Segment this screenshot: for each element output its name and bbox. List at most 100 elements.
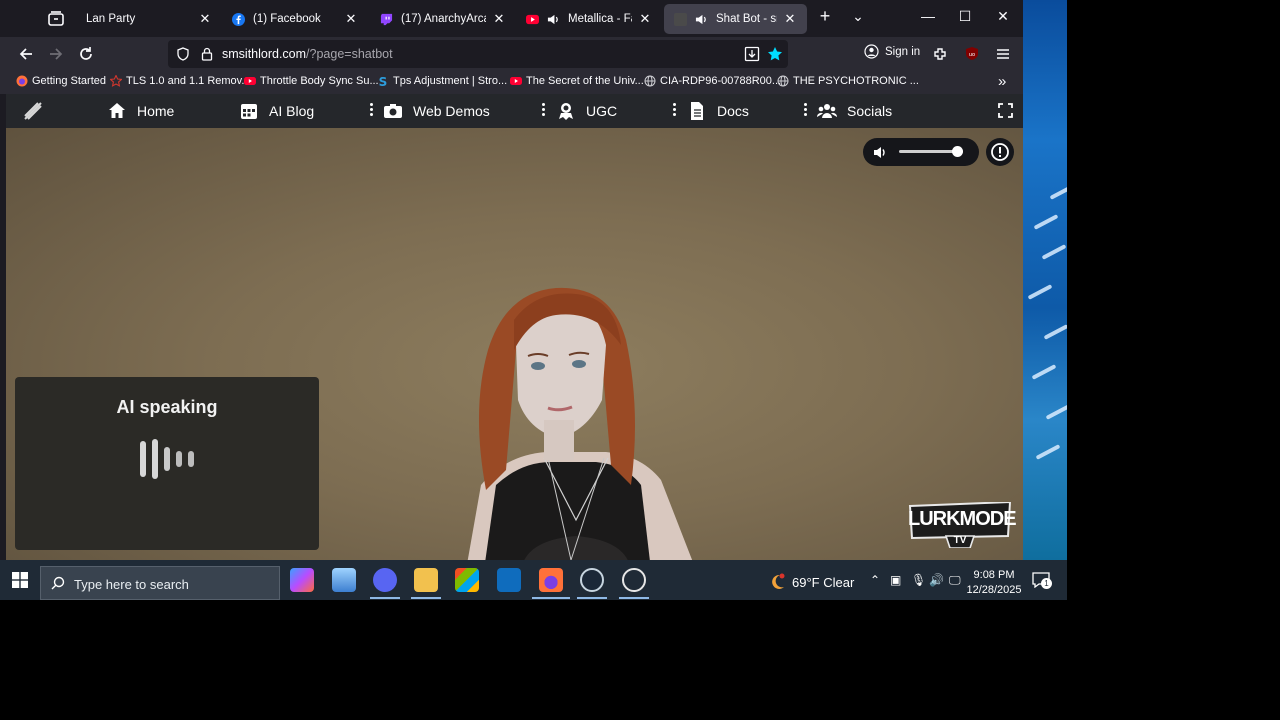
- calendar-icon: [241, 104, 257, 119]
- tab-label: Metallica - Fade to: [568, 13, 632, 25]
- firefox-taskbar-icon[interactable]: [539, 568, 563, 592]
- close-icon[interactable]: ✕: [344, 11, 358, 27]
- screen: Lan Party ✕ (1) Facebook ✕ (17) AnarchyA…: [0, 0, 1280, 720]
- nav-ugc[interactable]: UGC: [556, 101, 617, 121]
- close-window-button[interactable]: ✕: [993, 8, 1013, 25]
- site-logo-icon[interactable]: [22, 100, 44, 122]
- nav-web-demos-label: Web Demos: [413, 103, 490, 119]
- download-page-icon[interactable]: [744, 46, 760, 62]
- file-explorer-icon[interactable]: [414, 568, 438, 592]
- nav-web-demos[interactable]: Web Demos: [383, 101, 490, 121]
- youtube-icon: [510, 77, 522, 85]
- speaker-icon[interactable]: [547, 13, 560, 26]
- nav-home[interactable]: Home: [107, 101, 174, 121]
- users-icon: [817, 104, 837, 118]
- url-text[interactable]: smsithlord.com/?page=shatbot: [222, 47, 393, 61]
- bookmark-star-icon[interactable]: [767, 46, 783, 62]
- bookmarks-overflow-button[interactable]: »: [998, 73, 1006, 90]
- close-icon[interactable]: ✕: [198, 11, 212, 27]
- lurkmode-logo-sub: TV: [953, 535, 967, 546]
- speaker-icon[interactable]: [695, 13, 708, 26]
- maximize-button[interactable]: ☐: [955, 8, 975, 25]
- windows-start-icon[interactable]: [12, 572, 28, 588]
- nav-menu-dots-icon[interactable]: [370, 103, 374, 117]
- nav-menu-dots-icon[interactable]: [673, 103, 677, 117]
- bookmark-label: THE PSYCHOTRONIC ...: [793, 75, 919, 87]
- youtube-icon: [244, 77, 256, 85]
- close-icon[interactable]: ✕: [783, 11, 797, 27]
- microsoft-store-icon[interactable]: [455, 568, 479, 592]
- mail-app-icon[interactable]: [497, 568, 521, 592]
- minimize-button[interactable]: —: [918, 8, 938, 24]
- tray-overflow-chevron-icon[interactable]: ⌃: [870, 573, 880, 587]
- tab-facebook[interactable]: (1) Facebook ✕: [222, 4, 368, 34]
- account-icon: [864, 44, 879, 59]
- svg-text:uo: uo: [969, 52, 975, 58]
- bookmark-cia[interactable]: CIA-RDP96-00788R00...: [644, 75, 781, 87]
- nav-menu-dots-icon[interactable]: [804, 103, 808, 117]
- nav-docs-label: Docs: [717, 103, 749, 119]
- url-bar[interactable]: smsithlord.com/?page=shatbot: [168, 40, 788, 68]
- forward-arrow-icon[interactable]: [46, 44, 66, 64]
- bookmark-throttle[interactable]: Throttle Body Sync Su...: [244, 75, 379, 87]
- bookmark-tls[interactable]: TLS 1.0 and 1.1 Remov...: [110, 75, 251, 87]
- reload-icon[interactable]: [76, 44, 96, 64]
- recorder-app-icon[interactable]: [622, 568, 646, 592]
- close-icon[interactable]: ✕: [492, 11, 506, 27]
- bookmark-label: Getting Started: [32, 75, 106, 87]
- bookmark-label: CIA-RDP96-00788R00...: [660, 75, 782, 87]
- tab-anarchyarcade[interactable]: (17) AnarchyArcade - T ✕: [370, 4, 516, 34]
- close-icon[interactable]: ✕: [638, 11, 652, 27]
- bookmark-psychotronic[interactable]: THE PSYCHOTRONIC ...: [777, 75, 919, 87]
- bookmark-secret[interactable]: The Secret of the Univ...: [510, 75, 644, 87]
- taskbar-search-box[interactable]: Type here to search: [40, 566, 280, 600]
- weather-moon-icon: [772, 573, 785, 589]
- ublock-icon[interactable]: uo: [962, 44, 982, 64]
- nav-docs[interactable]: Docs: [687, 101, 749, 121]
- tab-shat-bot[interactable]: Shat Bot - smsithl ✕: [664, 4, 807, 34]
- volume-icon[interactable]: [873, 145, 888, 160]
- weather-widget[interactable]: 69°F Clear: [768, 573, 854, 591]
- volume-slider-handle[interactable]: [951, 146, 963, 157]
- nav-socials[interactable]: Socials: [817, 101, 892, 121]
- network-icon[interactable]: 🖵: [949, 573, 961, 588]
- nav-socials-label: Socials: [847, 103, 893, 119]
- new-tab-button[interactable]: +: [815, 6, 835, 27]
- back-arrow-icon[interactable]: [16, 44, 36, 64]
- copilot-app-icon[interactable]: [290, 568, 314, 592]
- notification-center-icon[interactable]: 1: [1032, 572, 1052, 589]
- extensions-icon[interactable]: [930, 44, 950, 64]
- tab-label: (17) AnarchyArcade - T: [401, 13, 486, 25]
- tab-list-button[interactable]: ⌄: [848, 8, 868, 25]
- nav-menu-dots-icon[interactable]: [542, 103, 546, 117]
- bookmark-getting-started[interactable]: Getting Started: [16, 75, 106, 87]
- sign-in-button[interactable]: Sign in: [864, 44, 920, 59]
- notification-count-badge: 1: [1041, 578, 1052, 589]
- taskbar-clock[interactable]: 9:08 PM 12/28/2025: [966, 568, 1022, 598]
- tab-lan-party[interactable]: Lan Party ✕: [76, 4, 222, 34]
- menu-icon[interactable]: [993, 44, 1013, 64]
- discord-app-icon[interactable]: [373, 568, 397, 592]
- tray-device-icon[interactable]: ▣: [890, 573, 901, 587]
- shield-icon[interactable]: [176, 47, 190, 61]
- tab-label: Shat Bot - smsithl: [716, 13, 777, 25]
- lock-icon[interactable]: [200, 47, 214, 61]
- bookmark-label: Tps Adjustment | Stro...: [393, 75, 508, 87]
- desktop-app-icon[interactable]: [332, 568, 356, 592]
- svg-text:S: S: [379, 75, 388, 87]
- bookmark-tps[interactable]: S Tps Adjustment | Stro...: [377, 75, 507, 87]
- sign-in-label: Sign in: [885, 45, 921, 58]
- camera-icon: [384, 104, 402, 118]
- microphone-icon[interactable]: 🎙: [911, 573, 926, 587]
- fullscreen-icon[interactable]: [998, 103, 1013, 118]
- tab-label: Lan Party: [86, 13, 136, 25]
- tab-manager-icon[interactable]: [46, 9, 66, 29]
- ai-status-panel: AI speaking: [15, 377, 319, 550]
- nav-ai-blog[interactable]: AI Blog: [239, 101, 314, 121]
- info-button[interactable]: [986, 138, 1014, 166]
- steam-app-icon[interactable]: [580, 568, 604, 592]
- audio-control: [863, 138, 979, 166]
- tab-metallica[interactable]: Metallica - Fade to ✕: [516, 4, 662, 34]
- tray-volume-icon[interactable]: 🔊: [929, 573, 944, 587]
- bookmark-label: TLS 1.0 and 1.1 Remov...: [126, 75, 251, 87]
